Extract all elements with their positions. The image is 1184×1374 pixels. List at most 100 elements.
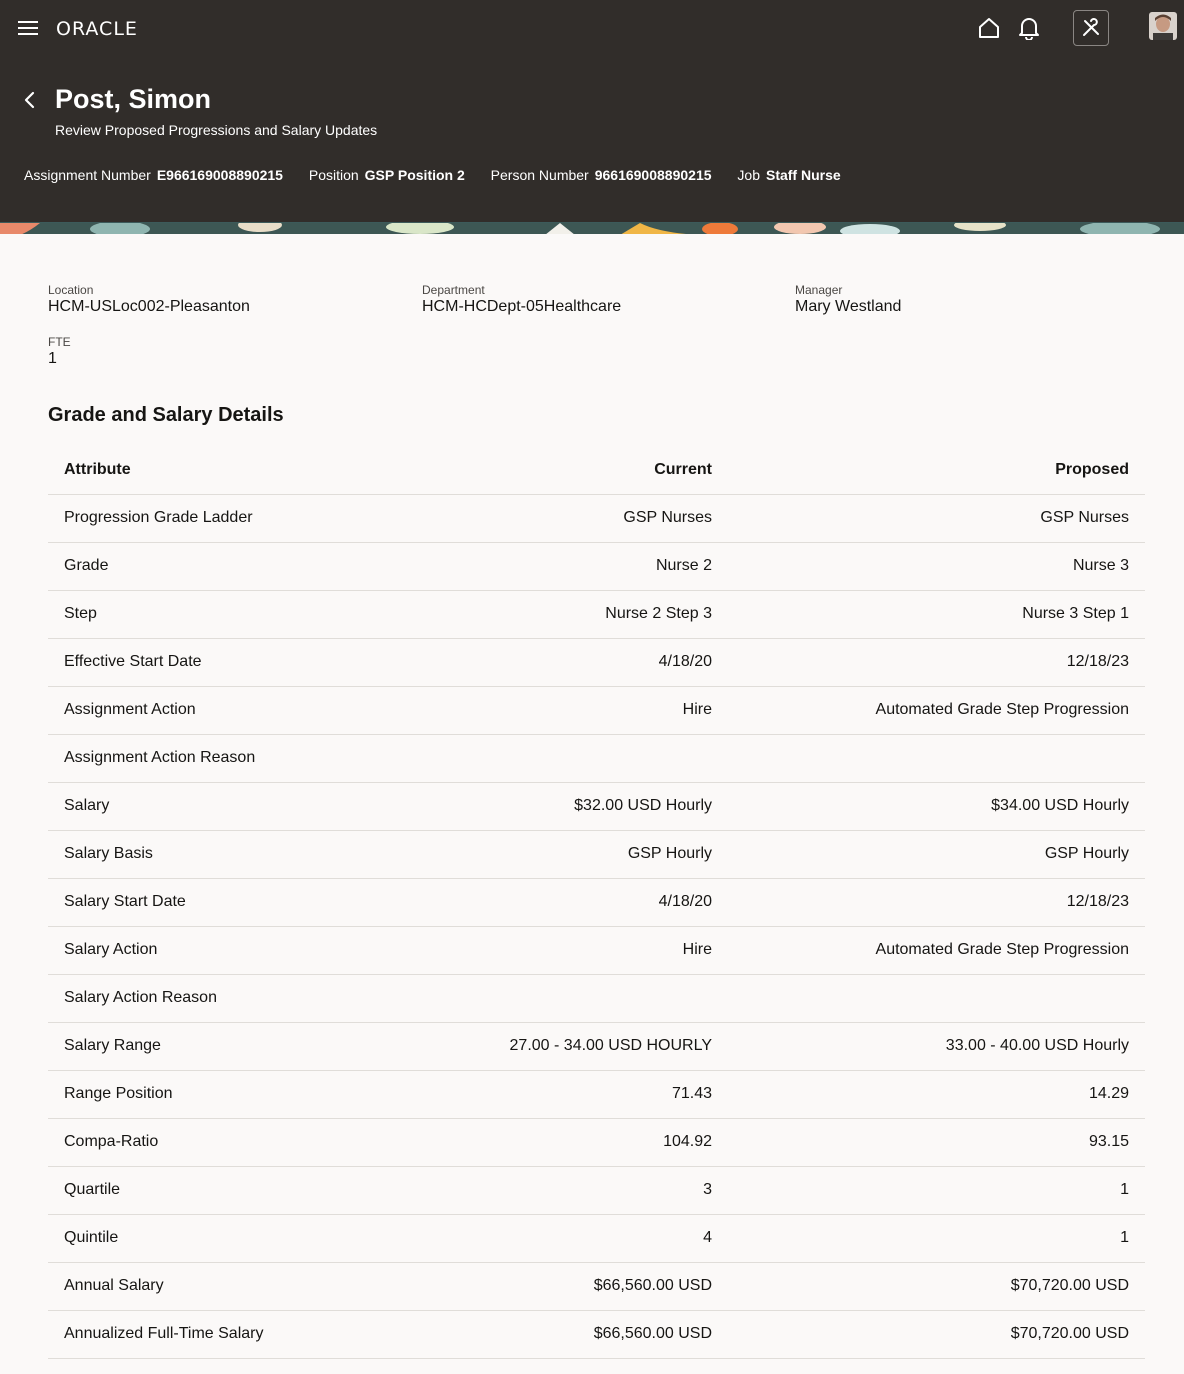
table-row: Range Position 71.43 14.29: [48, 1070, 1145, 1119]
row-current: Nurse 2 Step 3: [348, 590, 728, 639]
table-row: Grade Nurse 2 Nurse 3: [48, 542, 1145, 591]
row-attribute: Progression Grade Ladder: [48, 494, 348, 543]
table-row: Annualized Full-Time Salary $66,560.00 US…: [48, 1310, 1145, 1359]
row-current: Hire: [348, 686, 728, 735]
row-proposed: $34.00 USD Hourly: [728, 782, 1145, 831]
table-row: Step Nurse 2 Step 3 Nurse 3 Step 1: [48, 590, 1145, 639]
row-proposed: 14.29: [728, 1070, 1145, 1119]
row-current: 4: [348, 1214, 728, 1263]
settings-icon[interactable]: [1073, 10, 1109, 46]
fte-detail: FTE 1: [48, 335, 71, 368]
location-label: Location: [48, 283, 94, 297]
row-current: 104.92: [348, 1118, 728, 1167]
meta-value: E966169008890215: [156, 167, 283, 183]
row-proposed: Automated Grade Step Progression: [728, 686, 1145, 735]
row-current: $32.00 USD Hourly: [348, 782, 728, 831]
column-header-proposed: Proposed: [728, 446, 1145, 495]
section-title: Grade and Salary Details: [48, 404, 284, 426]
meta-label: Assignment Number: [24, 167, 151, 183]
manager-detail: Manager Mary Westland: [795, 283, 901, 316]
row-current: [348, 734, 728, 783]
row-attribute: Assignment Action: [48, 686, 348, 735]
table-row: Quartile 3 1: [48, 1166, 1145, 1215]
row-attribute: Grade: [48, 542, 348, 591]
row-proposed: Nurse 3 Step 1: [728, 590, 1145, 639]
meta-value: GSP Position 2: [364, 167, 465, 183]
row-proposed: 1: [728, 1214, 1145, 1263]
location-detail: Location HCM-USLoc002-Pleasanton: [48, 283, 250, 316]
table-row: Salary Action Hire Automated Grade Step Pr…: [48, 926, 1145, 975]
row-proposed: 33.00 - 40.00 USD Hourly: [728, 1022, 1145, 1071]
row-attribute: Compa-Ratio: [48, 1118, 348, 1167]
row-proposed: 12/18/23: [728, 638, 1145, 687]
row-proposed: [728, 734, 1145, 783]
location-value: HCM-USLoc002-Pleasanton: [48, 298, 250, 315]
row-attribute: Salary Basis: [48, 830, 348, 879]
row-proposed: $70,720.00 USD: [728, 1262, 1145, 1311]
table-row: Salary Action Reason: [48, 974, 1145, 1023]
table-header-row: Attribute Current Proposed: [48, 446, 1145, 495]
department-label: Department: [422, 283, 485, 297]
department-detail: Department HCM-HCDept-05Healthcare: [422, 283, 621, 316]
table-row: Salary Basis GSP Hourly GSP Hourly: [48, 830, 1145, 879]
meta-label: Person Number: [490, 167, 589, 183]
row-attribute: Annualized Full-Time Salary: [48, 1310, 348, 1359]
row-current: 3: [348, 1166, 728, 1215]
row-current: [348, 974, 728, 1023]
row-current: GSP Hourly: [348, 830, 728, 879]
row-current: Hire: [348, 926, 728, 975]
row-current: 4/18/20: [348, 878, 728, 927]
row-proposed: [728, 974, 1145, 1023]
bell-icon[interactable]: [1015, 14, 1043, 42]
decorative-banner: [0, 222, 1184, 234]
table-row: Compa-Ratio 104.92 93.15: [48, 1118, 1145, 1167]
row-current: 71.43: [348, 1070, 728, 1119]
row-attribute: Range Position: [48, 1070, 348, 1119]
fte-value: 1: [48, 350, 57, 367]
row-attribute: Assignment Action Reason: [48, 734, 348, 783]
menu-icon[interactable]: [18, 20, 38, 36]
manager-value: Mary Westland: [795, 298, 902, 315]
row-current: 27.00 - 34.00 USD HOURLY: [348, 1022, 728, 1071]
table-row: Assignment Action Hire Automated Grade Ste…: [48, 686, 1145, 735]
table-row: Salary $32.00 USD Hourly $34.00 USD Hourly: [48, 782, 1145, 831]
table-row: Salary Range 27.00 - 34.00 USD HOURLY 33.0…: [48, 1022, 1145, 1071]
row-proposed: Nurse 3: [728, 542, 1145, 591]
row-proposed: GSP Nurses: [728, 494, 1145, 543]
row-attribute: Quartile: [48, 1166, 348, 1215]
row-attribute: Step: [48, 590, 348, 639]
global-header: ORACLE Post, Simon Review Proposed Progr…: [0, 0, 1184, 222]
row-attribute: Salary: [48, 782, 348, 831]
avatar[interactable]: [1149, 12, 1177, 40]
assignment-meta: Assignment Number E966169008890215 Positi…: [24, 167, 863, 183]
oracle-logo[interactable]: ORACLE: [56, 18, 138, 40]
manager-label: Manager: [795, 283, 843, 297]
grade-salary-table: Attribute Current Proposed Progression G…: [48, 446, 1145, 1359]
table-row: Annual Salary $66,560.00 USD $70,720.00 US…: [48, 1262, 1145, 1311]
back-icon[interactable]: [20, 88, 40, 112]
column-header-attribute: Attribute: [48, 446, 348, 495]
row-attribute: Salary Range: [48, 1022, 348, 1071]
row-attribute: Salary Start Date: [48, 878, 348, 927]
home-icon[interactable]: [975, 14, 1003, 42]
row-proposed: 93.15: [728, 1118, 1145, 1167]
department-value: HCM-HCDept-05Healthcare: [422, 298, 622, 315]
row-current: $66,560.00 USD: [348, 1310, 728, 1359]
page-subtitle: Review Proposed Progressions and Salary …: [55, 122, 378, 138]
row-current: 4/18/20: [348, 638, 728, 687]
row-attribute: Annual Salary: [48, 1262, 348, 1311]
meta-label: Position: [308, 167, 359, 183]
table-row: Salary Start Date 4/18/20 12/18/23: [48, 878, 1145, 927]
fte-label: FTE: [48, 335, 71, 349]
table-row: Quintile 4 1: [48, 1214, 1145, 1263]
row-attribute: Effective Start Date: [48, 638, 348, 687]
row-proposed: $70,720.00 USD: [728, 1310, 1145, 1359]
row-proposed: Automated Grade Step Progression: [728, 926, 1145, 975]
table-row: Assignment Action Reason: [48, 734, 1145, 783]
column-header-current: Current: [348, 446, 728, 495]
row-proposed: 1: [728, 1166, 1145, 1215]
row-current: GSP Nurses: [348, 494, 728, 543]
meta-value: 966169008890215: [594, 167, 712, 183]
row-attribute: Salary Action: [48, 926, 348, 975]
table-row: Progression Grade Ladder GSP Nurses GSP Nu…: [48, 494, 1145, 543]
